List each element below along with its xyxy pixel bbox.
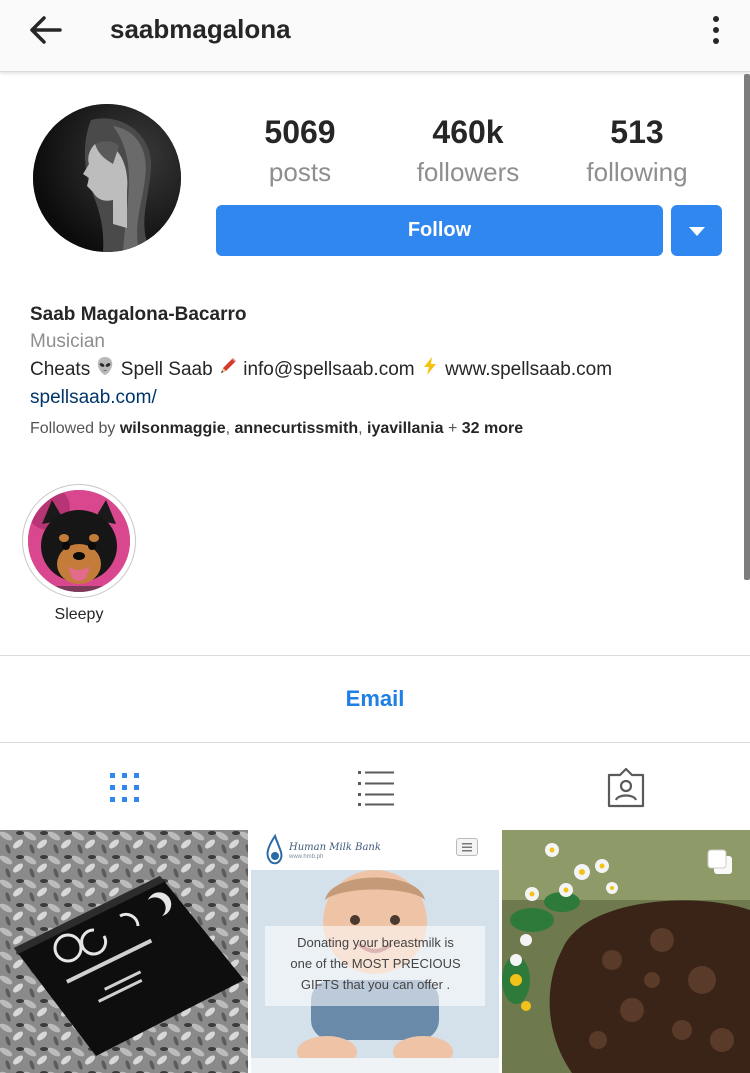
follow-button[interactable]: Follow <box>216 205 663 256</box>
full-name: Saab Magalona-Bacarro <box>30 304 247 325</box>
website-link[interactable]: spellsaab.com/ <box>30 384 730 412</box>
profile-username: saabmagalona <box>110 14 291 44</box>
followed-by-prefix: Followed by <box>30 420 120 437</box>
top-bar: saabmagalona <box>0 0 750 72</box>
profile-bio: Saab Magalona-Bacarro Musician Cheats Sp… <box>30 302 730 438</box>
following-count[interactable]: 513 following <box>552 112 722 192</box>
follower-link-1[interactable]: wilsonmaggie <box>120 420 226 437</box>
lightning-emoji-icon <box>420 356 440 384</box>
bio-text: Cheats Spell Saab info@spellsaab.com www… <box>30 356 730 384</box>
followed-by-separator: , <box>358 420 367 437</box>
follower-link-2[interactable]: annecurtissmith <box>235 420 359 437</box>
back-arrow-icon[interactable] <box>22 10 68 50</box>
tagged-photos-icon[interactable] <box>604 766 648 810</box>
bio-website-text: www.spellsaab.com <box>445 359 613 381</box>
followed-by-separator: + <box>443 420 462 437</box>
pencil-emoji-icon <box>218 356 238 384</box>
post-thumbnail[interactable] <box>0 830 248 1073</box>
followers-count[interactable]: 460k followers <box>383 112 553 192</box>
following-count-label: following <box>586 157 688 187</box>
post-overlay-line: GIFTS that you can offer . <box>300 977 451 992</box>
post-overlay-line: one of the MOST PRECIOUS <box>290 956 461 971</box>
story-highlight-ring <box>22 484 136 598</box>
list-icon[interactable] <box>354 766 398 810</box>
chevron-down-icon <box>689 227 705 236</box>
post-overlay-title: Human Milk Bank <box>289 842 381 853</box>
alien-emoji-icon <box>95 356 115 384</box>
post-overlay-line: Donating your breastmilk is <box>297 935 454 950</box>
profile-avatar[interactable] <box>33 104 181 252</box>
follower-link-3[interactable]: iyavillania <box>367 420 444 437</box>
story-highlight[interactable]: Sleepy <box>22 484 136 624</box>
posts-count[interactable]: 5069 posts <box>215 112 385 192</box>
followed-by-more-link[interactable]: 32 more <box>462 420 523 437</box>
posts-count-label: posts <box>268 157 332 187</box>
posts-count-value: 5069 <box>264 114 336 150</box>
followed-by-separator: , <box>225 420 235 437</box>
scrollbar[interactable] <box>744 74 750 580</box>
story-highlight-label: Sleepy <box>54 606 104 623</box>
followed-by: Followed by wilsonmaggie, annecurtissmit… <box>30 420 730 438</box>
more-options-icon[interactable] <box>702 10 732 50</box>
post-overlay-text: Donating your breastmilk is one of the M… <box>273 932 478 995</box>
bio-text-part: Cheats <box>30 359 91 381</box>
email-button[interactable]: Email <box>0 656 750 742</box>
story-highlight-cover <box>28 490 130 592</box>
menu-icon <box>456 838 478 856</box>
milk-drop-logo-icon <box>266 834 283 865</box>
bio-email-text: info@spellsaab.com <box>243 359 415 381</box>
followers-count-label: followers <box>416 157 520 187</box>
grid-icon[interactable] <box>103 766 147 810</box>
carousel-icon <box>706 848 734 876</box>
divider <box>0 742 750 743</box>
post-thumbnail[interactable]: Human Milk Bank www.hmb.ph Donating your… <box>251 830 499 1073</box>
followers-count-value: 460k <box>432 114 504 150</box>
bio-text-part: Spell Saab <box>120 359 213 381</box>
profile-category: Musician <box>30 331 105 352</box>
following-count-value: 513 <box>610 114 664 150</box>
suggestions-dropdown-button[interactable] <box>671 205 722 256</box>
post-overlay-subtitle: www.hmb.ph <box>289 854 324 860</box>
